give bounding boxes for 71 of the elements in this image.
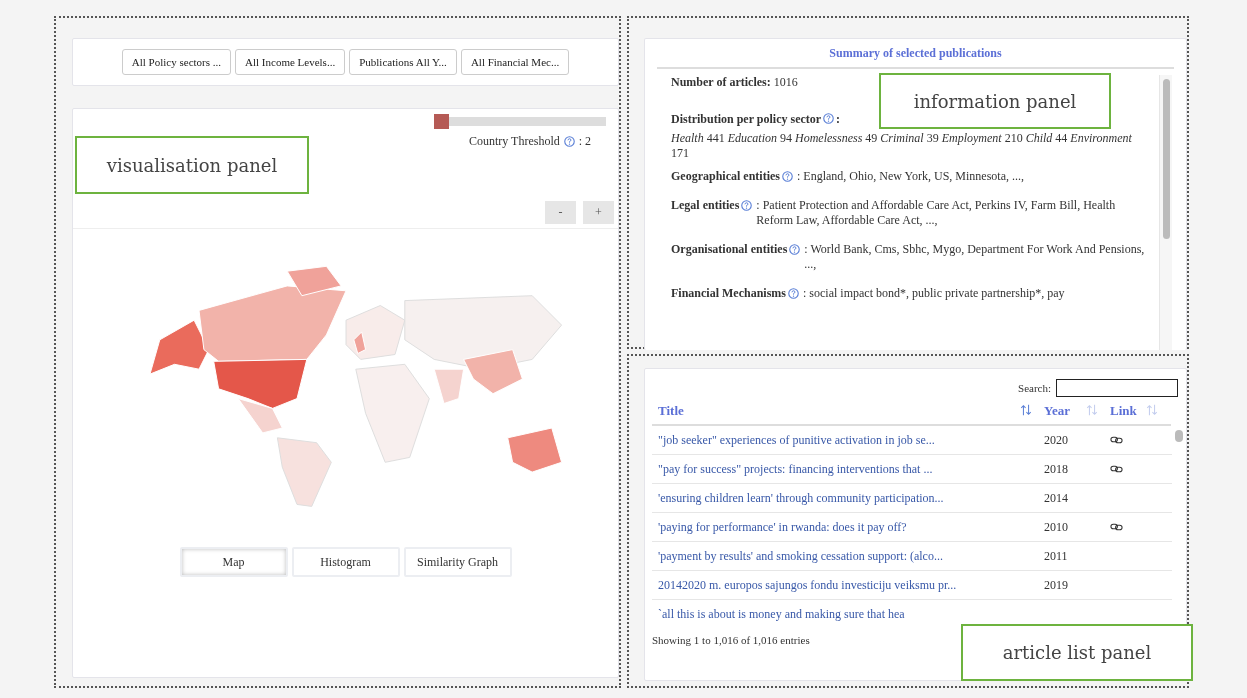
year-cell-text: 2011 <box>1043 548 1069 564</box>
filter-dropdown[interactable]: Publications All Y... <box>349 49 457 75</box>
search-field[interactable] <box>1056 379 1178 397</box>
table-row[interactable]: 'payment by results' and smoking cessation support: (alco... 2011 <box>652 542 1172 571</box>
column-header[interactable]: Title <box>652 403 1036 419</box>
year-cell-text: 2010 <box>1043 519 1069 535</box>
table-row[interactable]: "job seeker" experiences of punitive activation in job se... 2020 <box>652 426 1172 455</box>
threshold-value: : 2 <box>578 134 592 149</box>
table-row[interactable]: 20142020 m. europos sajungos fondu investiciju veiksmu pr... 2019 <box>652 571 1172 600</box>
sector-distribution: Health 441 Education 94 Homelessness 49 Criminal 39 Employment 210 Child 44 Environment 171 <box>671 131 1133 161</box>
view-tab[interactable]: Histogram <box>291 547 400 577</box>
slider-thumb[interactable] <box>434 114 449 129</box>
article-title-link[interactable]: `all this is about is money and making sure that hea <box>652 606 1036 622</box>
threshold-slider[interactable] <box>434 114 606 129</box>
help-icon[interactable] <box>823 113 835 124</box>
help-icon[interactable] <box>782 171 793 182</box>
field-label: Number of articles: <box>671 75 771 89</box>
help-icon[interactable] <box>789 244 801 255</box>
annotation-label: article list panel <box>961 624 1193 681</box>
field-value: : England, Ohio, New York, US, Minnesota, ..., <box>797 169 1025 184</box>
field-value: 1016 <box>773 75 798 89</box>
field-label: Organisational entities <box>671 242 788 257</box>
field-label: Legal entities <box>671 198 740 213</box>
sort-icon[interactable] <box>1086 403 1098 417</box>
panel-title: Summary of selected publications <box>657 39 1174 69</box>
threshold-label: Country Threshold <box>468 134 560 149</box>
sort-icon[interactable] <box>1020 403 1032 417</box>
table-row[interactable]: 'ensuring children learn' through community participation... 2014 <box>652 484 1172 513</box>
year-cell-text: 2014 <box>1043 490 1069 506</box>
link-icon[interactable] <box>1110 465 1123 473</box>
zoom-button[interactable]: - <box>545 201 576 224</box>
link-icon[interactable] <box>1110 436 1123 444</box>
colon: : <box>836 112 841 126</box>
column-header[interactable]: Link <box>1102 403 1162 419</box>
article-title-link[interactable]: 'paying for performance' in rwanda: does it pay off? <box>652 519 1036 535</box>
help-icon[interactable] <box>788 288 799 299</box>
field-label: Financial Mechanisms <box>671 286 786 301</box>
scrollbar[interactable] <box>1159 75 1172 350</box>
view-tab[interactable]: Similarity Graph <box>403 547 512 577</box>
field-value: : social impact bond*, public private partnership*, pay <box>803 286 1066 301</box>
article-title-link[interactable]: 'ensuring children learn' through community participation... <box>652 490 1036 506</box>
table-row[interactable]: "pay for success" projects: financing interventions that ... 2018 <box>652 455 1172 484</box>
annotation-label: information panel <box>879 73 1111 129</box>
filter-dropdown[interactable]: All Income Levels... <box>235 49 346 75</box>
sort-icon[interactable] <box>1146 403 1158 417</box>
year-cell-text: 2020 <box>1043 432 1069 448</box>
scrollbar-thumb[interactable] <box>1162 79 1170 239</box>
field-value: : Patient Protection and Affordable Care Act, Perkins IV, Farm Bill, Health Reform Law, Affordable Care Act, ..., <box>756 198 1117 228</box>
table-row[interactable]: 'paying for performance' in rwanda: does it pay off? 2010 <box>652 513 1172 542</box>
field-label: Geographical entities <box>671 169 780 184</box>
table-row[interactable]: `all this is about is money and making sure that hea <box>652 600 1172 626</box>
search-label: Search: <box>1018 382 1051 394</box>
article-title-link[interactable]: 'payment by results' and smoking cessation support: (alco... <box>652 548 1036 564</box>
annotation-label: visualisation panel <box>75 136 309 194</box>
year-cell-text: 2019 <box>1043 577 1069 593</box>
field-value: : World Bank, Cms, Sbhc, Mygo, Department For Work And Pensions, ..., <box>804 242 1146 272</box>
zoom-button[interactable]: + <box>583 201 614 224</box>
help-icon[interactable] <box>563 136 575 147</box>
article-title-link[interactable]: "pay for success" projects: financing interventions that ... <box>652 461 1036 477</box>
link-icon[interactable] <box>1110 523 1123 531</box>
entries-summary: Showing 1 to 1,016 of 1,016 entries <box>652 633 811 646</box>
view-tab[interactable]: Map <box>179 547 288 577</box>
year-cell-text: 2018 <box>1043 461 1069 477</box>
article-title-link[interactable]: 20142020 m. europos sajungos fondu investiciju veiksmu pr... <box>652 577 1036 593</box>
help-icon[interactable] <box>741 200 753 211</box>
filter-dropdown[interactable]: All Financial Mec... <box>460 49 570 75</box>
field-label: Distribution per policy sector <box>671 112 822 126</box>
column-header[interactable]: Year <box>1036 403 1102 419</box>
scrollbar-thumb[interactable] <box>1175 430 1183 442</box>
article-title-link[interactable]: "job seeker" experiences of punitive activation in job se... <box>652 432 1036 448</box>
filter-dropdown[interactable]: All Policy sectors ... <box>121 49 232 75</box>
